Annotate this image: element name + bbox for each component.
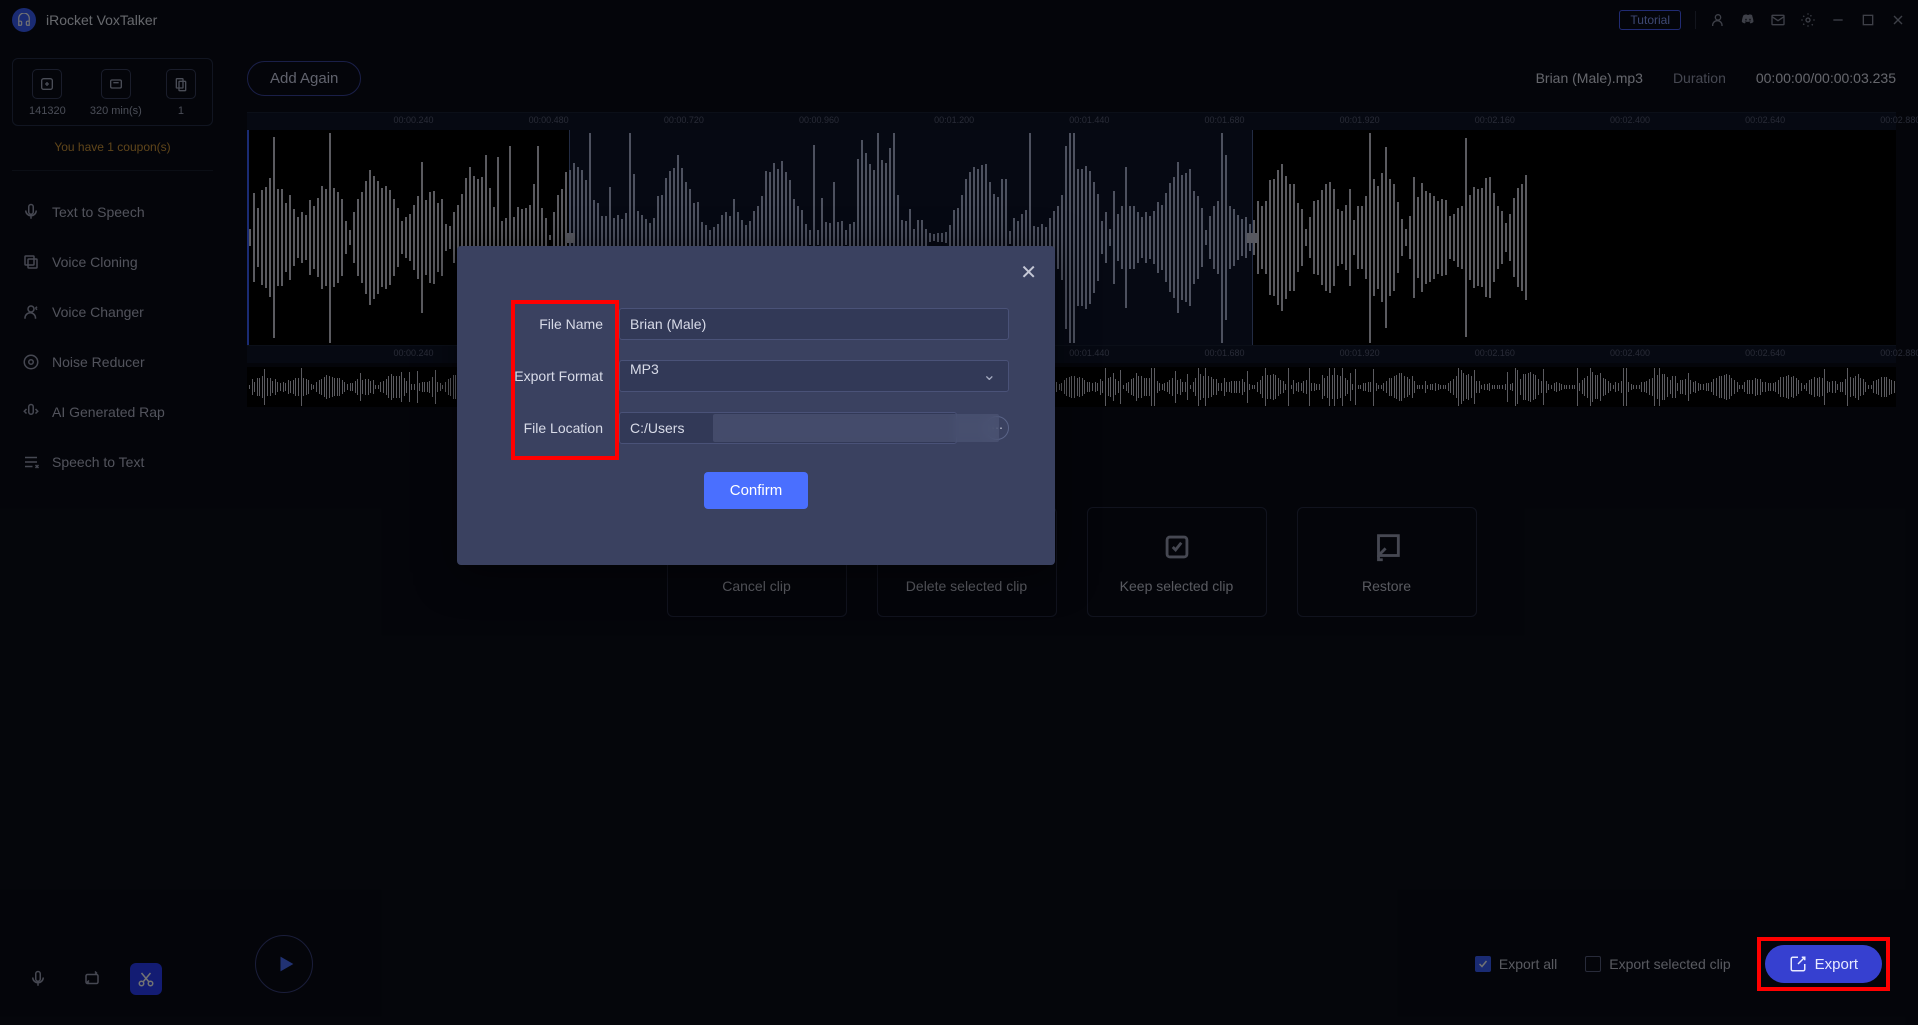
export-all-checkbox[interactable]: Export all — [1475, 956, 1557, 972]
stats-voices-icon — [166, 69, 196, 99]
mail-icon[interactable] — [1770, 12, 1786, 28]
sidebar-item-text-to-speech[interactable]: Text to Speech — [12, 191, 213, 233]
file-name-input[interactable] — [619, 308, 1009, 340]
sidebar-item-label: AI Generated Rap — [52, 404, 165, 420]
export-modal: ✕ File Name Export Format MP3 File Locat… — [457, 246, 1055, 565]
stats-box: 141320 320 min(s) 1 — [12, 58, 213, 126]
sidebar: 141320 320 min(s) 1 You have 1 coupon(s)… — [0, 40, 225, 1025]
export-button-label: Export — [1815, 956, 1858, 973]
action-label: Restore — [1362, 578, 1411, 594]
duration-value: 00:00:00/00:00:03.235 — [1756, 70, 1896, 86]
current-file-name: Brian (Male).mp3 — [1536, 70, 1643, 86]
sidebar-item-speech-to-text[interactable]: Speech to Text — [12, 441, 213, 483]
file-location-label: File Location — [503, 420, 603, 436]
export-button[interactable]: Export — [1765, 945, 1882, 983]
add-again-button[interactable]: Add Again — [247, 61, 361, 96]
restore-button[interactable]: Restore — [1297, 507, 1477, 617]
sidebar-item-noise-reducer[interactable]: Noise Reducer — [12, 341, 213, 383]
tutorial-button[interactable]: Tutorial — [1619, 10, 1681, 30]
stats-minutes-value: 320 min(s) — [90, 105, 142, 117]
export-selected-checkbox[interactable]: Export selected clip — [1585, 956, 1730, 972]
stats-credits-value: 141320 — [29, 105, 66, 117]
sidebar-item-label: Text to Speech — [52, 204, 145, 220]
action-label: Delete selected clip — [906, 578, 1027, 594]
user-icon[interactable] — [1710, 12, 1726, 28]
export-highlight: Export — [1759, 939, 1888, 989]
settings-icon[interactable] — [1800, 12, 1816, 28]
sidebar-item-label: Voice Changer — [52, 304, 144, 320]
checkbox-label: Export selected clip — [1609, 956, 1730, 972]
sidebar-item-ai-rap[interactable]: AI Generated Rap — [12, 391, 213, 433]
footer-bar: Export all Export selected clip Export — [225, 915, 1918, 1025]
modal-close-icon[interactable]: ✕ — [1020, 260, 1037, 285]
stats-credits-icon — [32, 69, 62, 99]
keep-clip-button[interactable]: Keep selected clip — [1087, 507, 1267, 617]
cut-icon[interactable] — [130, 963, 162, 995]
loop-icon[interactable] — [76, 963, 108, 995]
location-blur — [713, 414, 999, 442]
duration-label: Duration — [1673, 70, 1726, 86]
play-button[interactable] — [255, 935, 313, 993]
selection-handle-left[interactable] — [565, 233, 575, 243]
titlebar: iRocket VoxTalker Tutorial — [0, 0, 1918, 40]
sidebar-item-label: Speech to Text — [52, 454, 144, 470]
action-label: Cancel clip — [722, 578, 790, 594]
stats-voices-value: 1 — [178, 105, 184, 117]
coupon-text[interactable]: You have 1 coupon(s) — [12, 132, 213, 171]
sidebar-item-label: Voice Cloning — [52, 254, 138, 270]
action-label: Keep selected clip — [1120, 578, 1234, 594]
app-title: iRocket VoxTalker — [46, 12, 157, 28]
minimize-icon[interactable] — [1830, 12, 1846, 28]
app-logo-icon — [12, 8, 36, 32]
export-format-label: Export Format — [503, 368, 603, 384]
checkbox-label: Export all — [1499, 956, 1557, 972]
export-format-select[interactable]: MP3 — [619, 360, 1009, 392]
stats-minutes-icon — [101, 69, 131, 99]
discord-icon[interactable] — [1740, 12, 1756, 28]
maximize-icon[interactable] — [1860, 12, 1876, 28]
file-name-label: File Name — [503, 316, 603, 332]
record-icon[interactable] — [22, 963, 54, 995]
timeline-ruler[interactable]: 00:00.24000:00.48000:00.72000:00.96000:0… — [247, 112, 1896, 130]
confirm-button[interactable]: Confirm — [704, 472, 809, 509]
selection-handle-right[interactable] — [1247, 233, 1257, 243]
sidebar-item-label: Noise Reducer — [52, 354, 145, 370]
separator — [1695, 11, 1696, 29]
close-icon[interactable] — [1890, 12, 1906, 28]
sidebar-item-voice-cloning[interactable]: Voice Cloning — [12, 241, 213, 283]
sidebar-item-voice-changer[interactable]: Voice Changer — [12, 291, 213, 333]
